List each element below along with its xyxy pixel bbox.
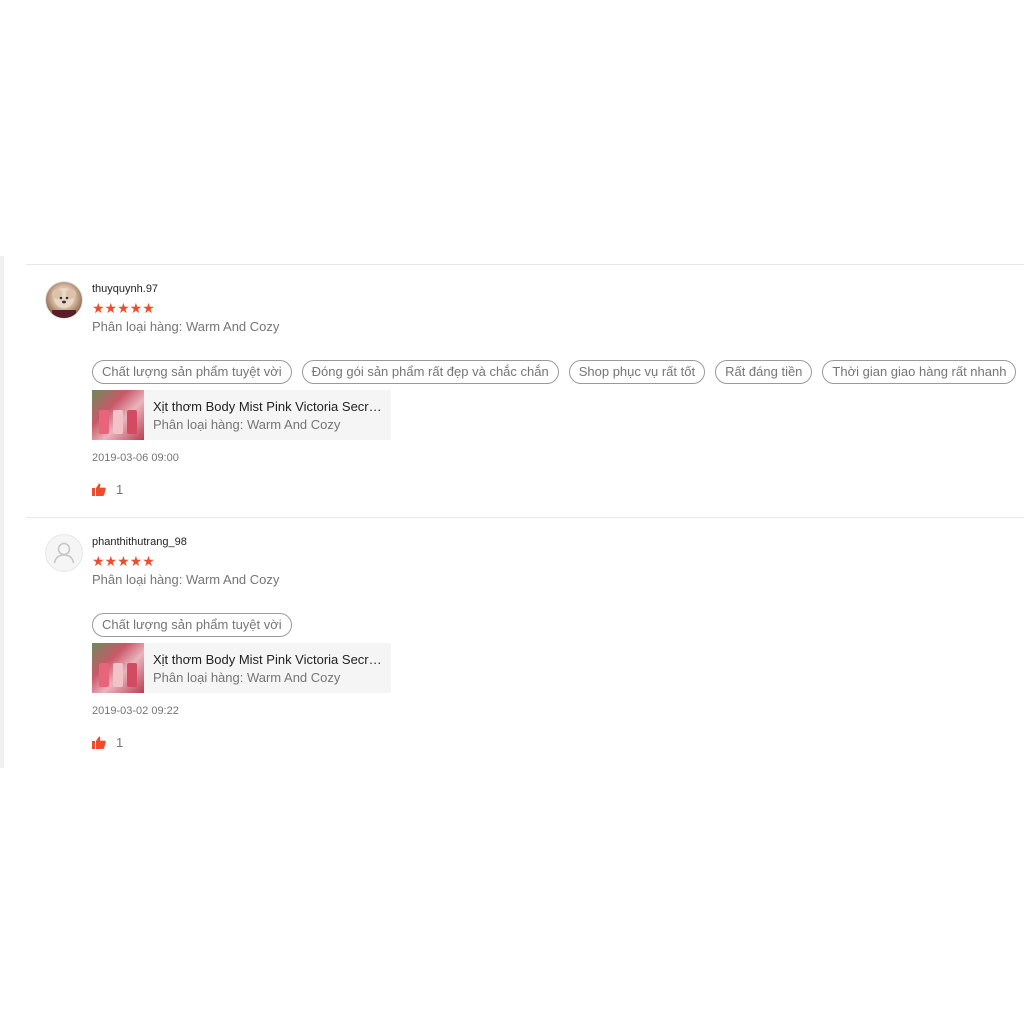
review-tags: Chất lượng sản phẩm tuyệt vời bbox=[92, 613, 292, 637]
review-item: thuyquynh.97 ★★★★★ Phân loại hàng: Warm … bbox=[26, 264, 1024, 517]
product-thumbnail bbox=[92, 643, 144, 693]
review-tag[interactable]: Chất lượng sản phẩm tuyệt vời bbox=[92, 360, 292, 384]
review-tag[interactable]: Chất lượng sản phẩm tuyệt vời bbox=[92, 613, 292, 637]
like-button[interactable]: 1 bbox=[92, 735, 123, 750]
product-title: Xịt thơm Body Mist Pink Victoria Secret … bbox=[153, 398, 383, 414]
review-timestamp: 2019-03-02 09:22 bbox=[92, 705, 179, 717]
product-variation: Phân loại hàng: Warm And Cozy bbox=[153, 416, 341, 432]
product-card[interactable]: Xịt thơm Body Mist Pink Victoria Secret … bbox=[92, 390, 391, 440]
review-item: phanthithutrang_98 ★★★★★ Phân loại hàng:… bbox=[26, 517, 1024, 770]
review-tags: Chất lượng sản phẩm tuyệt vời Đóng gói s… bbox=[92, 360, 1017, 384]
review-username[interactable]: thuyquynh.97 bbox=[92, 283, 158, 295]
thumbs-up-icon bbox=[92, 736, 106, 749]
avatar[interactable] bbox=[45, 281, 83, 319]
review-tag[interactable]: Shop phục vụ rất tốt bbox=[568, 360, 706, 384]
rating-stars: ★★★★★ bbox=[92, 300, 156, 316]
review-variation: Phân loại hàng: Warm And Cozy bbox=[92, 572, 280, 587]
review-list: thuyquynh.97 ★★★★★ Phân loại hàng: Warm … bbox=[26, 264, 1024, 770]
user-icon bbox=[53, 542, 75, 564]
product-variation: Phân loại hàng: Warm And Cozy bbox=[153, 669, 341, 685]
left-edge-divider bbox=[0, 256, 4, 768]
rating-stars-label: ★★★★★ bbox=[92, 553, 155, 569]
rating-stars: ★★★★★ bbox=[92, 553, 156, 569]
like-button[interactable]: 1 bbox=[92, 482, 123, 497]
review-username[interactable]: phanthithutrang_98 bbox=[92, 536, 187, 548]
product-thumbnail bbox=[92, 390, 144, 440]
review-tag[interactable]: Đóng gói sản phẩm rất đẹp và chắc chắn bbox=[301, 360, 559, 384]
thumbs-up-icon bbox=[92, 483, 106, 496]
like-count: 1 bbox=[116, 735, 124, 750]
product-title: Xịt thơm Body Mist Pink Victoria Secret … bbox=[153, 651, 383, 667]
rating-stars-label: ★★★★★ bbox=[92, 300, 155, 316]
review-tag[interactable]: Thời gian giao hàng rất nhanh bbox=[822, 360, 1017, 384]
dog-avatar-icon bbox=[52, 288, 76, 318]
review-timestamp: 2019-03-06 09:00 bbox=[92, 452, 179, 464]
review-variation: Phân loại hàng: Warm And Cozy bbox=[92, 319, 280, 334]
avatar[interactable] bbox=[45, 534, 83, 572]
product-card[interactable]: Xịt thơm Body Mist Pink Victoria Secret … bbox=[92, 643, 391, 693]
like-count: 1 bbox=[116, 482, 124, 497]
review-tag[interactable]: Rất đáng tiền bbox=[715, 360, 813, 384]
